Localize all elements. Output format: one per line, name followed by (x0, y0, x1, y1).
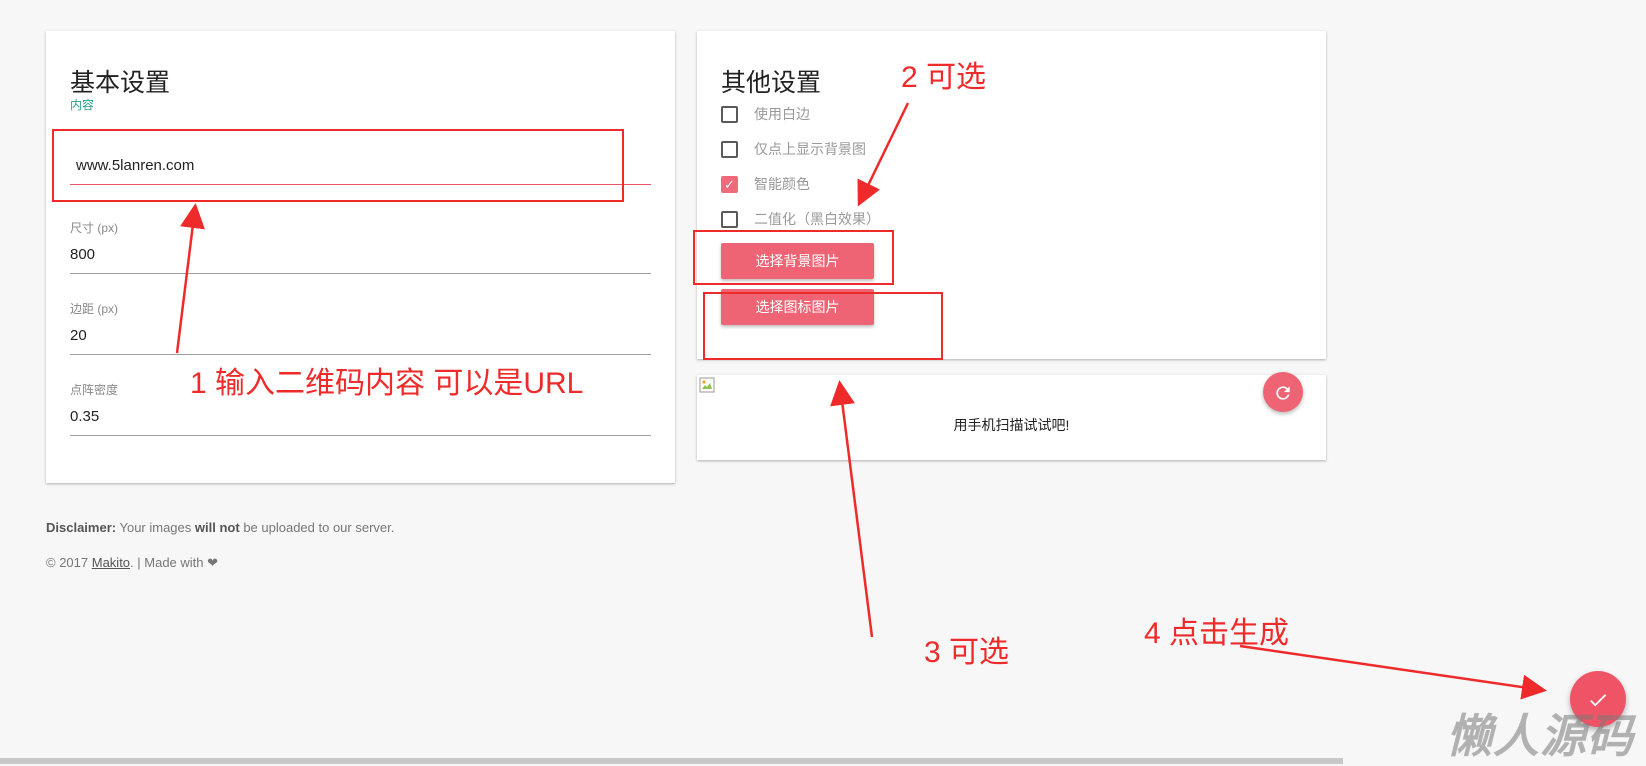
annotation-4: 4 点击生成 (1144, 617, 1290, 650)
watermark-logo: 懒人源码 (1446, 710, 1634, 762)
annotation-1: 1 输入二维码内容 可以是URL (190, 367, 584, 400)
annotation-3: 3 可选 (924, 636, 1010, 669)
annotation-2: 2 可选 (901, 61, 987, 94)
